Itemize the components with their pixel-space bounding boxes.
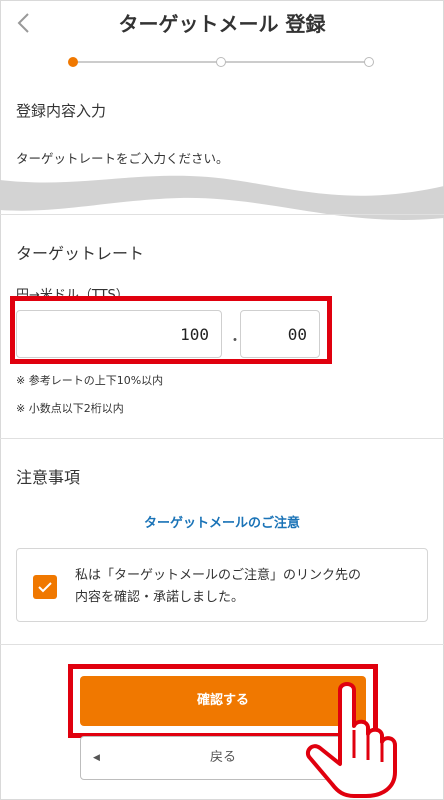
consent-line-1: 私は「ターゲットメールのご注意」のリンク先の (75, 568, 362, 583)
rate-decimal-input[interactable]: 00 (240, 310, 320, 358)
pointing-hand-icon (305, 682, 397, 798)
rate-integer-input[interactable]: 100 (16, 310, 222, 358)
section-heading-rate: ターゲットレート (16, 244, 145, 263)
caution-link[interactable]: ターゲットメールのご注意 (0, 512, 444, 531)
divider (0, 644, 444, 645)
consent-text: 私は「ターゲットメールのご注意」のリンク先の 内容を確認・承諾しました。 (75, 565, 415, 609)
consent-card[interactable]: 私は「ターゲットメールのご注意」のリンク先の 内容を確認・承諾しました。 (16, 548, 428, 622)
divider (0, 438, 444, 439)
progress-stepper (68, 54, 378, 70)
wave-separator (0, 175, 444, 220)
consent-line-2: 内容を確認・承諾しました。 (75, 590, 245, 605)
section-description: ターゲットレートをご入力ください。 (16, 151, 229, 166)
note-decimals: ※ 小数点以下2桁以内 (16, 402, 124, 415)
back-button-label: 戻る (209, 750, 236, 765)
note-range: ※ 参考レートの上下10%以内 (16, 374, 164, 387)
page-title: ターゲットメール 登録 (118, 12, 326, 36)
caret-left-icon: ◀ (93, 753, 100, 763)
divider (0, 214, 444, 215)
step-1-dot (68, 57, 78, 67)
section-heading-notes: 注意事項 (16, 468, 81, 487)
step-2-dot (216, 57, 226, 67)
check-icon (38, 582, 52, 593)
section-heading-input: 登録内容入力 (16, 102, 107, 120)
header: ターゲットメール 登録 (0, 0, 444, 50)
step-3-dot (364, 57, 374, 67)
consent-checkbox[interactable] (33, 575, 57, 599)
